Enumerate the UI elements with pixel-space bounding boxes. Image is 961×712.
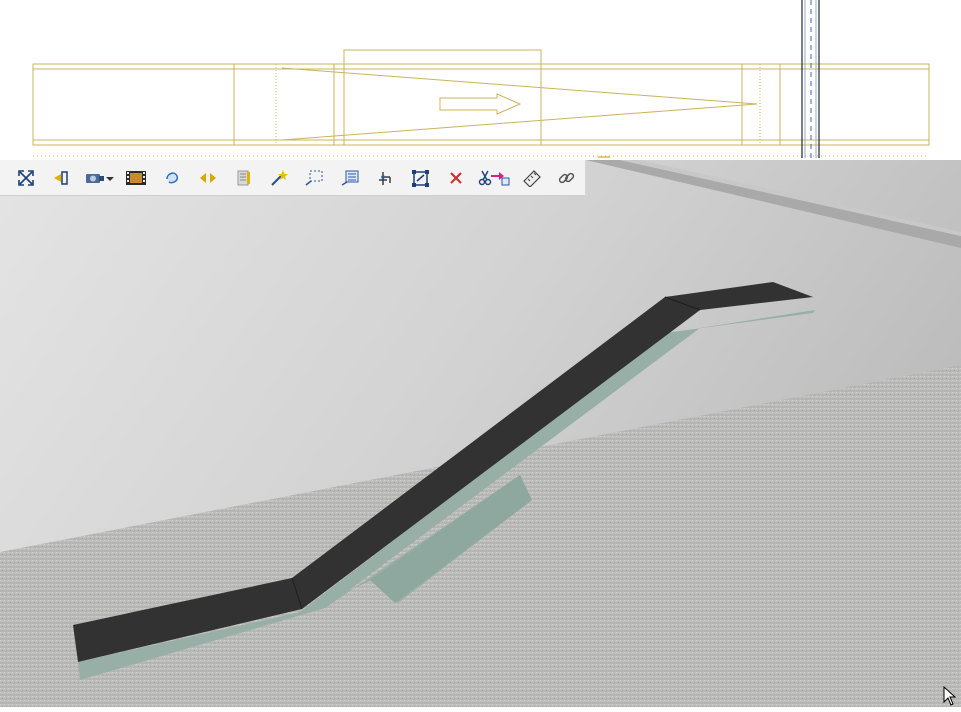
plan-wall-divider	[801, 0, 820, 158]
measure-button[interactable]	[514, 164, 550, 192]
orbit-button[interactable]	[154, 164, 190, 192]
scene-3d	[0, 160, 961, 707]
ruler-icon	[522, 169, 541, 187]
camera-dropdown-button[interactable]	[79, 164, 119, 192]
link-icon	[558, 172, 575, 183]
mouse-cursor	[943, 685, 957, 711]
walk-in-button[interactable]	[44, 164, 80, 192]
insert-point-icon	[379, 171, 392, 185]
view-toolbar	[0, 160, 586, 196]
marquee-select-button[interactable]	[296, 164, 332, 192]
magic-wand-icon	[270, 169, 288, 186]
plan-drawing	[32, 0, 930, 158]
layers-icon	[237, 170, 251, 185]
magic-select-button[interactable]	[261, 164, 297, 192]
resize-button[interactable]	[403, 164, 439, 192]
pan-button[interactable]	[190, 164, 226, 192]
insert-point-button[interactable]	[368, 164, 404, 192]
list-select-button[interactable]	[332, 164, 368, 192]
render-button[interactable]	[119, 164, 155, 192]
plan-direction-arrow	[439, 93, 522, 115]
film-icon	[126, 170, 147, 185]
pan-arrows-icon	[199, 172, 216, 183]
cut-paste-icon	[478, 170, 510, 185]
delete-icon	[450, 171, 463, 184]
marquee-select-icon	[305, 170, 323, 186]
plan-view-2d[interactable]	[0, 0, 961, 160]
camera-dropdown-icon	[85, 173, 114, 183]
list-select-icon	[341, 170, 359, 186]
layers-button[interactable]	[225, 164, 261, 192]
view-3d[interactable]	[0, 160, 961, 707]
resize-icon	[411, 169, 429, 187]
link-button[interactable]	[549, 164, 585, 192]
plan-handrail-outline	[32, 63, 930, 146]
enter-view-icon	[54, 170, 69, 185]
delete-button[interactable]	[439, 164, 475, 192]
orbit-icon	[166, 171, 179, 183]
arrow-cursor-icon	[943, 685, 957, 706]
zoom-extents-button[interactable]	[8, 164, 44, 192]
zoom-extents-icon	[17, 169, 34, 186]
cut-paste-button[interactable]	[474, 164, 514, 192]
